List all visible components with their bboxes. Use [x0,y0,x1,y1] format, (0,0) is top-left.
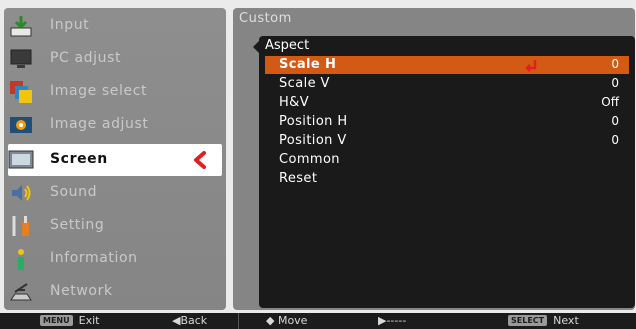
panel-title: Custom [239,11,292,26]
row-value: 0 [611,133,619,147]
menu-item-label: Image adjust [50,116,149,132]
row-value: 0 [611,114,619,128]
menu-item-label: Information [50,250,138,266]
menu-item-image-adjust[interactable]: Image adjust [4,109,226,141]
projector-osd: Input PC adjust Image select Image adjus… [0,0,636,329]
row-label: Position H [279,114,348,129]
row-label: H&V [279,95,310,110]
menu-item-label: Screen [50,151,108,167]
aspect-submenu: Aspect Scale H 0 Scale V 0 H&V Off Posit… [259,36,635,308]
row-value: 0 [611,76,619,90]
enter-arrow-icon [525,58,539,72]
row-label: Common [279,152,340,167]
menu-item-label: Image select [50,83,148,99]
network-icon [8,279,34,305]
screen-icon [8,147,34,173]
menu-item-label: Network [50,283,113,299]
next-hint[interactable]: SELECT Next [508,314,579,327]
row-label: Scale V [279,76,330,91]
row-position-v[interactable]: Position V 0 [265,132,629,150]
exit-label: Exit [78,314,100,327]
image-adjust-icon [8,112,34,138]
select-key: SELECT [508,315,548,326]
row-common[interactable]: Common [265,151,629,169]
menu-item-network[interactable]: Network [4,276,226,308]
information-icon [8,246,34,272]
back-hint[interactable]: ◀Back [172,314,207,327]
screen-panel: Custom Aspect Scale H 0 Scale V 0 H&V Of… [233,8,635,310]
setting-icon [8,213,34,239]
key-hint-bar: MENU Exit ◀Back ◆ Move ▶----- SELECT Nex… [0,313,636,329]
menu-item-label: Input [50,17,90,33]
back-label: ◀Back [172,314,208,327]
row-label: Position V [279,133,347,148]
menu-item-information[interactable]: Information [4,243,226,275]
row-label: Reset [279,171,318,186]
menu-item-label: Setting [50,217,105,233]
row-scale-h[interactable]: Scale H 0 [265,56,629,74]
exit-hint[interactable]: MENU Exit [40,314,99,327]
move-label: ◆ Move [266,314,308,327]
forward-hint: ▶----- [378,314,406,327]
row-value: Off [601,95,619,109]
row-label: Scale H [279,57,337,72]
image-select-icon [8,79,34,105]
menu-item-image-select[interactable]: Image select [4,76,226,108]
move-hint: ◆ Move [266,314,307,327]
row-scale-v[interactable]: Scale V 0 [265,75,629,93]
main-menu: Input PC adjust Image select Image adjus… [4,8,226,310]
menu-item-input[interactable]: Input [4,10,226,42]
menu-item-label: PC adjust [50,50,122,66]
row-position-h[interactable]: Position H 0 [265,113,629,131]
menu-item-label: Sound [50,184,98,200]
row-reset[interactable]: Reset [265,170,629,188]
input-icon [8,13,34,39]
menu-key: MENU [40,315,73,326]
submenu-title: Aspect [265,38,310,53]
menu-item-sound[interactable]: Sound [4,177,226,209]
pc-adjust-icon [8,46,34,72]
row-value: 0 [611,57,619,71]
divider [238,313,239,329]
sound-icon [8,180,34,206]
menu-item-setting[interactable]: Setting [4,210,226,242]
dash-label: ▶----- [378,314,407,327]
next-label: Next [553,314,579,327]
row-hv[interactable]: H&V Off [265,94,629,112]
menu-item-pc-adjust[interactable]: PC adjust [4,43,226,75]
menu-item-screen[interactable]: Screen [8,144,222,176]
chevron-left-icon [190,150,210,170]
